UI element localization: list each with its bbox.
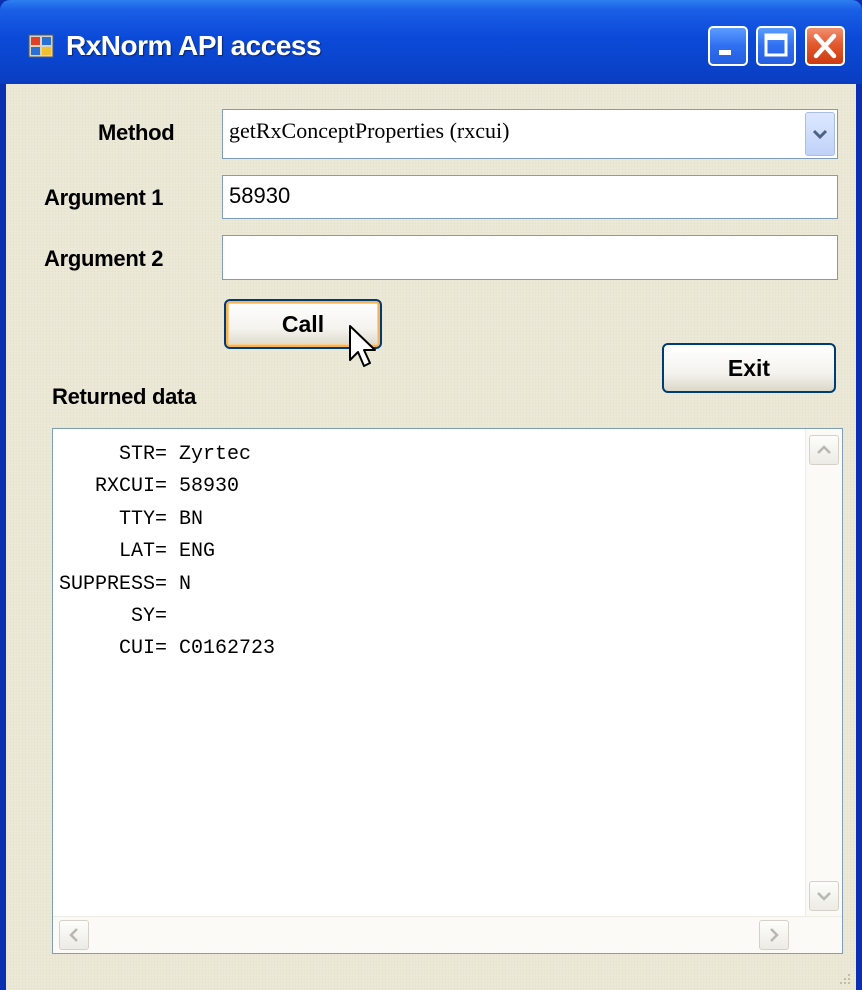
argument1-label: Argument 1 — [44, 185, 164, 210]
form-client-area: Method getRxConceptProperties (rxcui) Ar… — [6, 84, 856, 990]
chevron-down-icon — [812, 129, 828, 140]
close-button[interactable] — [805, 26, 845, 66]
maximize-icon — [764, 33, 788, 57]
scroll-up-button[interactable] — [809, 435, 839, 465]
app-window: RxNorm API access Method getRxConceptPro… — [0, 0, 862, 990]
chevron-left-icon — [69, 928, 78, 942]
argument2-label: Argument 2 — [44, 246, 164, 271]
argument1-input[interactable]: 58930 — [222, 175, 838, 219]
returned-data-textbox[interactable]: STR= Zyrtec RXCUI= 58930 TTY= BN LAT= EN… — [52, 428, 843, 954]
chevron-right-icon — [770, 928, 779, 942]
scroll-down-button[interactable] — [809, 881, 839, 911]
chevron-up-icon — [817, 445, 831, 454]
close-icon — [813, 33, 837, 59]
method-label: Method — [98, 120, 175, 145]
returned-data-label: Returned data — [52, 384, 197, 409]
maximize-button[interactable] — [756, 26, 796, 66]
horizontal-scrollbar[interactable] — [53, 916, 842, 953]
argument1-value: 58930 — [229, 183, 291, 208]
vertical-scrollbar[interactable] — [805, 429, 842, 919]
argument2-input[interactable] — [222, 235, 838, 280]
mouse-pointer-icon — [349, 325, 376, 367]
exit-button[interactable]: Exit — [662, 343, 836, 393]
resize-grip-icon[interactable] — [838, 972, 852, 986]
window-title: RxNorm API access — [66, 30, 322, 61]
returned-data-text: STR= Zyrtec RXCUI= 58930 TTY= BN LAT= EN… — [59, 443, 276, 661]
method-selected-value: getRxConceptProperties (rxcui) — [229, 118, 510, 143]
scroll-right-button[interactable] — [759, 920, 789, 950]
dropdown-button[interactable] — [805, 112, 835, 156]
scroll-left-button[interactable] — [59, 920, 89, 950]
chevron-down-icon — [817, 892, 831, 901]
app-window-icon — [28, 34, 54, 58]
minimize-icon — [719, 50, 731, 55]
title-bar[interactable]: RxNorm API access — [0, 0, 862, 84]
minimize-button[interactable] — [708, 26, 748, 66]
method-combobox[interactable]: getRxConceptProperties (rxcui) — [222, 109, 838, 159]
